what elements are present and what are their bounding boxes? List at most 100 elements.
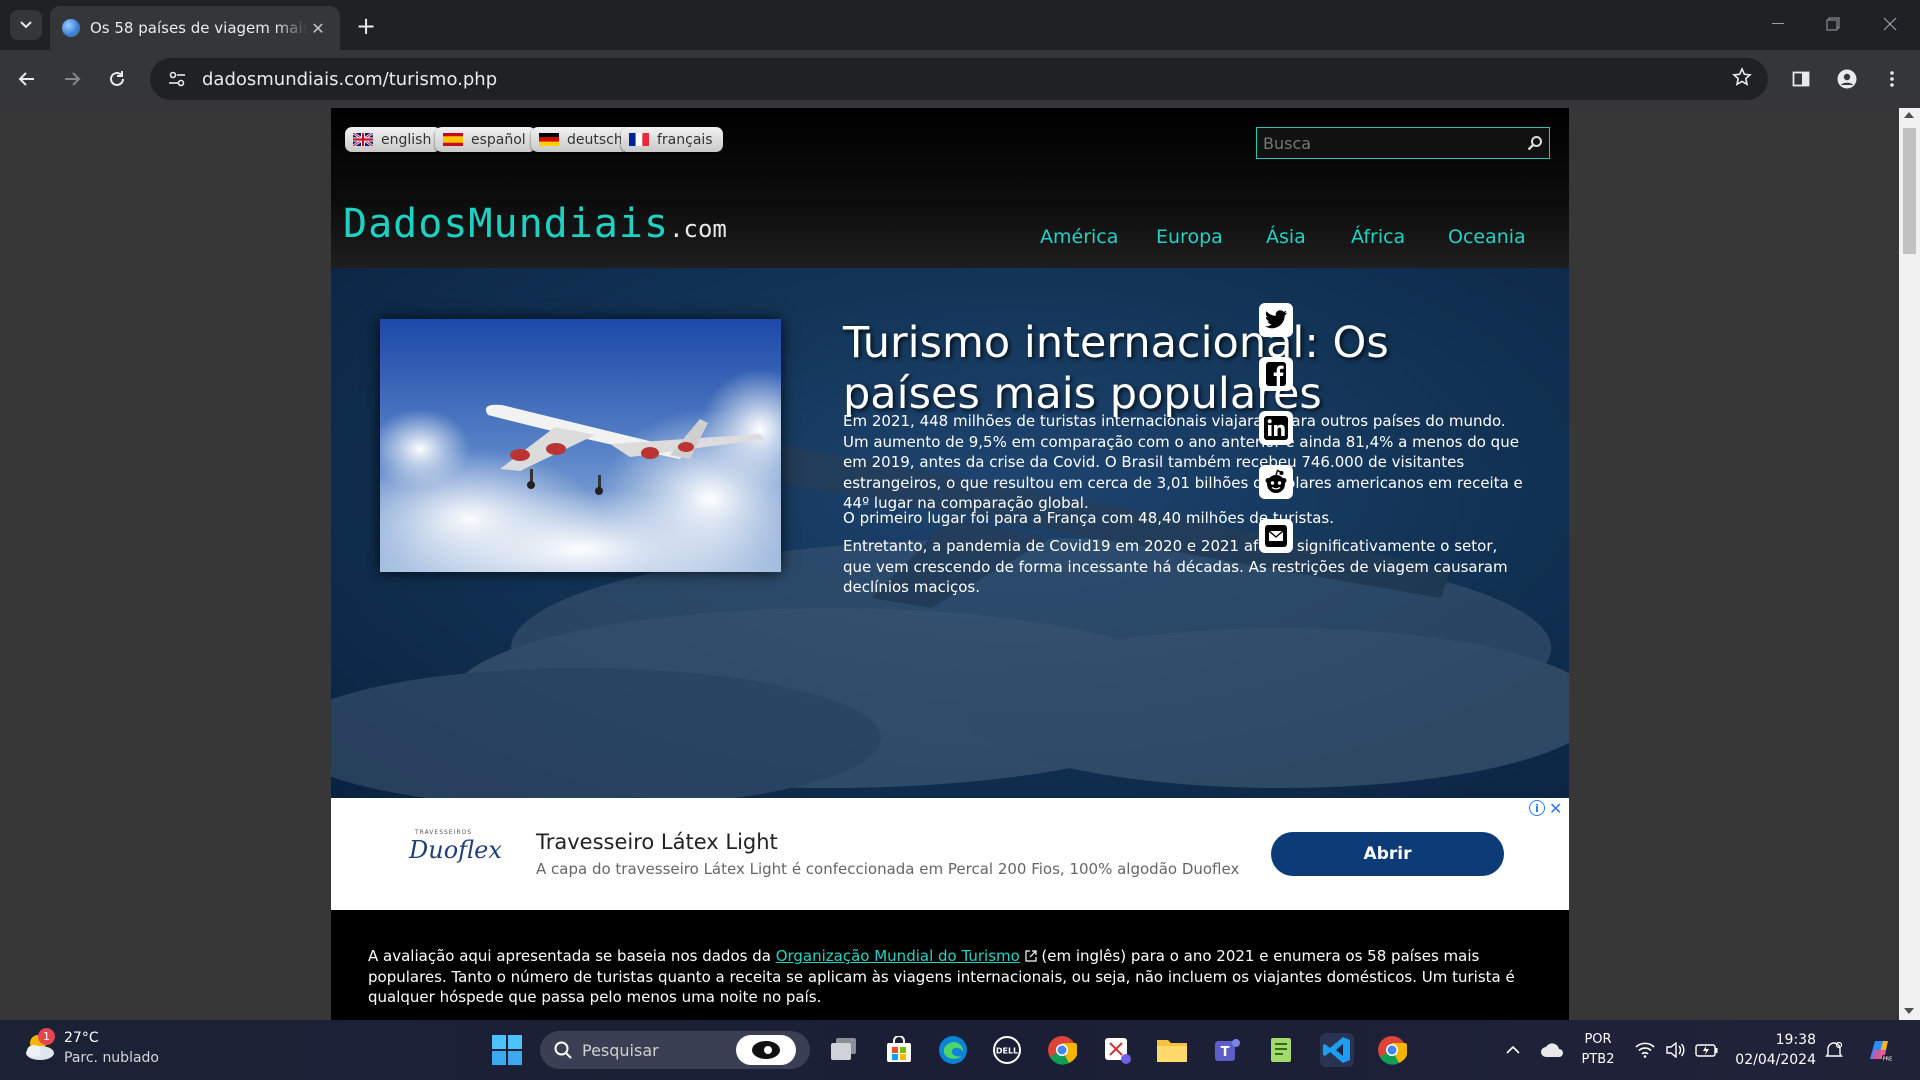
- url-text[interactable]: dadosmundiais.com/turismo.php: [202, 69, 1732, 90]
- chrome-taskbar-button[interactable]: [1045, 1033, 1079, 1067]
- svg-text:PRE: PRE: [1883, 1057, 1893, 1063]
- edge-browser-button[interactable]: [936, 1033, 970, 1067]
- forward-button[interactable]: [55, 62, 89, 96]
- profile-button[interactable]: [1830, 62, 1864, 96]
- reddit-icon: [1265, 469, 1287, 493]
- facebook-icon: [1266, 362, 1286, 386]
- file-explorer-button[interactable]: [1155, 1033, 1189, 1067]
- reload-icon: [110, 71, 124, 86]
- windows-logo-icon: [492, 1035, 522, 1065]
- nav-asia[interactable]: Ásia: [1266, 226, 1306, 248]
- ad-close-icon[interactable]: ✕: [1549, 799, 1562, 818]
- nav-africa[interactable]: África: [1351, 226, 1405, 248]
- show-hidden-icons-button[interactable]: [1496, 1033, 1530, 1067]
- spain-flag-icon: [443, 133, 463, 146]
- input-language-indicator[interactable]: POR PTB2: [1578, 1030, 1618, 1070]
- browser-menu-button[interactable]: [1875, 62, 1909, 96]
- restore-icon: [1826, 17, 1840, 31]
- edge-icon: [939, 1036, 967, 1064]
- intro-paragraph-1: Em 2021, 448 milhões de turistas interna…: [843, 412, 1523, 512]
- ad-title[interactable]: Travesseiro Látex Light: [536, 830, 778, 854]
- minimize-button[interactable]: [1760, 10, 1796, 38]
- weather-widget[interactable]: 1: [22, 1028, 60, 1068]
- scrollbar-thumb[interactable]: [1903, 128, 1916, 254]
- teams-button[interactable]: T: [1210, 1033, 1244, 1067]
- store-icon: [887, 1036, 911, 1062]
- onedrive-button[interactable]: [1535, 1033, 1569, 1067]
- nav-america[interactable]: América: [1040, 226, 1118, 248]
- lang-label: français: [657, 131, 713, 148]
- lang-code: POR: [1584, 1032, 1612, 1047]
- unwto-link[interactable]: Organização Mundial do Turismo: [776, 947, 1020, 965]
- search-icon[interactable]: [1527, 135, 1543, 151]
- site-logo[interactable]: DadosMundiais.com: [343, 204, 727, 244]
- teams-icon: T: [1215, 1039, 1240, 1061]
- airplane-photo: [380, 319, 781, 572]
- logo-domain: .com: [669, 215, 727, 243]
- close-window-button[interactable]: [1872, 10, 1908, 38]
- tab-close-icon[interactable]: ✕: [308, 18, 328, 38]
- chrome-icon: [1378, 1036, 1407, 1065]
- copilot-button[interactable]: PRE: [1862, 1033, 1896, 1067]
- search-icon: [554, 1041, 572, 1059]
- reddit-share-button[interactable]: [1259, 465, 1293, 499]
- lang-english[interactable]: english: [345, 127, 442, 152]
- battery-status[interactable]: [1690, 1033, 1724, 1067]
- notepad-icon: [1271, 1038, 1291, 1062]
- ad-info-icon[interactable]: i: [1529, 800, 1545, 816]
- notepad-plus-button[interactable]: [1265, 1033, 1299, 1067]
- vscode-icon: [1323, 1037, 1350, 1063]
- system-clock[interactable]: 19:38 02/04/2024: [1732, 1030, 1816, 1070]
- chevron-down-icon: [20, 21, 32, 29]
- address-bar[interactable]: dadosmundiais.com/turismo.php: [150, 58, 1768, 100]
- side-panel-button[interactable]: [1784, 62, 1818, 96]
- snipping-tool-button[interactable]: [1100, 1033, 1134, 1067]
- taskbar-search[interactable]: Pesquisar: [540, 1031, 810, 1069]
- minimize-icon: [1772, 23, 1784, 24]
- tab-search-button[interactable]: [10, 10, 42, 40]
- wifi-status[interactable]: [1628, 1033, 1662, 1067]
- scroll-down-icon[interactable]: [1904, 1008, 1914, 1014]
- chrome-icon: [1048, 1036, 1077, 1065]
- chrome-second-window-button[interactable]: [1375, 1033, 1409, 1067]
- methodology-paragraph: A avaliação aqui apresentada se baseia n…: [368, 946, 1548, 1008]
- facebook-share-button[interactable]: [1259, 357, 1293, 391]
- ad-open-button[interactable]: Abrir: [1271, 832, 1504, 876]
- volume-status[interactable]: [1658, 1033, 1692, 1067]
- email-share-button[interactable]: [1259, 519, 1293, 553]
- nav-oceania[interactable]: Oceania: [1448, 226, 1526, 248]
- notifications-button[interactable]: [1817, 1033, 1851, 1067]
- social-share-bar: [1259, 303, 1295, 573]
- ad-brand-logo: Duoflex: [409, 836, 502, 864]
- lang-deutsch[interactable]: deutsch: [531, 127, 633, 152]
- vscode-button[interactable]: [1320, 1033, 1354, 1067]
- globe-favicon-icon: [62, 19, 80, 37]
- advertisement-banner[interactable]: TRAVESSEIROS Duoflex Travesseiro Látex L…: [331, 798, 1569, 910]
- scroll-up-icon[interactable]: [1904, 112, 1914, 118]
- page-scrollbar[interactable]: [1899, 108, 1920, 1020]
- twitter-share-button[interactable]: [1259, 303, 1293, 337]
- weather-badge: 1: [38, 1028, 55, 1045]
- task-view-button[interactable]: [827, 1033, 861, 1067]
- nav-europa[interactable]: Europa: [1156, 226, 1223, 248]
- browser-tab-active[interactable]: Os 58 países de viagem mais populares ✕: [50, 6, 340, 50]
- lang-francais[interactable]: français: [621, 127, 723, 152]
- linkedin-share-button[interactable]: [1259, 411, 1293, 445]
- page-title: Turismo internacional: Os países mais po…: [843, 318, 1389, 419]
- more-vert-icon: [1890, 71, 1894, 87]
- intro-paragraph-3: Entretanto, a pandemia de Covid19 em 202…: [843, 537, 1508, 596]
- start-button[interactable]: [490, 1033, 524, 1067]
- bookmark-star-icon[interactable]: [1732, 67, 1752, 91]
- dell-app-button[interactable]: DELL: [990, 1033, 1024, 1067]
- microsoft-store-button[interactable]: [882, 1033, 916, 1067]
- back-button[interactable]: [10, 62, 44, 96]
- search-input[interactable]: [1263, 133, 1527, 153]
- reload-button[interactable]: [100, 62, 134, 96]
- keyboard-layout: PTB2: [1581, 1052, 1615, 1067]
- lang-espanol[interactable]: español: [435, 127, 536, 152]
- external-link-icon: [1024, 950, 1037, 962]
- svg-text:DELL: DELL: [996, 1047, 1018, 1056]
- restore-button[interactable]: [1815, 10, 1851, 38]
- site-info-icon[interactable]: [166, 68, 188, 90]
- new-tab-button[interactable]: +: [352, 12, 380, 40]
